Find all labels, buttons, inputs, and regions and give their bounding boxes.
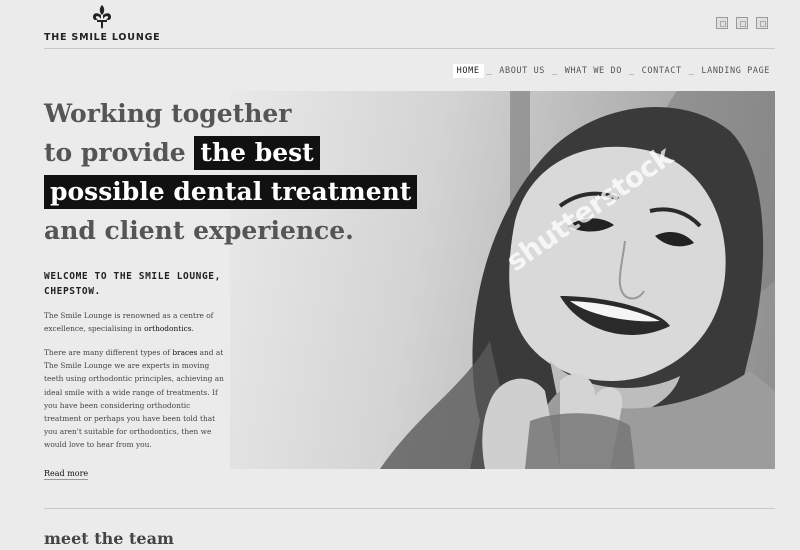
nav-separator: _ bbox=[486, 66, 493, 76]
headline-line-3: possible dental treatment bbox=[44, 172, 418, 211]
orthodontics-link[interactable]: orthodontics bbox=[144, 324, 191, 333]
nav-home[interactable]: HOME bbox=[452, 64, 484, 78]
social-icon-1[interactable] bbox=[716, 17, 728, 29]
read-more-link[interactable]: Read more bbox=[44, 469, 89, 480]
intro-paragraph-2: There are many different types of braces… bbox=[44, 346, 228, 452]
welcome-heading: WELCOME TO THE SMILE LOUNGE, CHEPSTOW. bbox=[44, 271, 221, 297]
nav-separator: _ bbox=[688, 66, 695, 76]
nav-contact[interactable]: CONTACT bbox=[638, 64, 686, 78]
braces-link[interactable]: braces bbox=[172, 348, 197, 357]
nav-separator: _ bbox=[628, 66, 635, 76]
headline-line-4: and client experience. bbox=[44, 216, 354, 245]
section-divider bbox=[44, 508, 775, 509]
headline-highlight-2: possible dental treatment bbox=[44, 175, 418, 209]
site-logo[interactable]: THE SMILE LOUNGE bbox=[44, 4, 160, 43]
headline-highlight-1: the best bbox=[194, 136, 320, 170]
social-icon-2[interactable] bbox=[736, 17, 748, 29]
headline-line-2: to provide the best bbox=[44, 133, 374, 172]
nav-landing-page[interactable]: LANDING PAGE bbox=[697, 64, 774, 78]
team-heading: meet the team bbox=[44, 529, 174, 548]
fleur-de-lis-icon bbox=[93, 5, 111, 29]
intro-p1-end: . bbox=[191, 324, 194, 334]
headline-line-2-text: to provide bbox=[44, 138, 186, 167]
nav-about-us[interactable]: ABOUT US bbox=[495, 64, 549, 78]
headline-line-1: Working together bbox=[44, 99, 292, 128]
intro-p2-rest: and at The Smile Lounge we are experts i… bbox=[44, 348, 224, 450]
social-icon-3[interactable] bbox=[756, 17, 768, 29]
social-links bbox=[716, 17, 768, 29]
header-divider bbox=[44, 48, 775, 49]
hero-headline: Working together to provide the best pos… bbox=[44, 94, 418, 250]
nav-separator: _ bbox=[552, 66, 558, 76]
intro-p2-text: There are many different types of bbox=[44, 348, 173, 357]
intro-paragraph-1: The Smile Lounge is renowned as a centre… bbox=[44, 309, 228, 335]
main-nav: HOME _ ABOUT US _ WHAT WE DO _ CONTACT _… bbox=[452, 64, 774, 78]
page: THE SMILE LOUNGE HOME _ ABOUT US _ WHAT … bbox=[0, 0, 800, 550]
brand-name: THE SMILE LOUNGE bbox=[44, 32, 161, 43]
nav-what-we-do[interactable]: WHAT WE DO bbox=[561, 64, 626, 78]
